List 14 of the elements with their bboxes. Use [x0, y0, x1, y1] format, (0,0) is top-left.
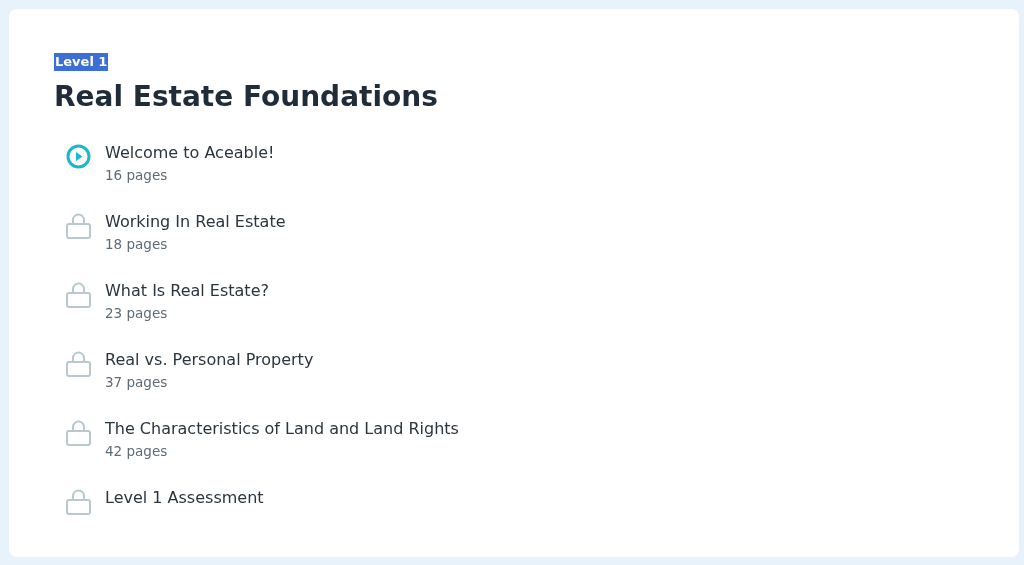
page-count: 37 pages: [105, 373, 169, 392]
level-label: Level 1: [54, 53, 109, 71]
course-title: Real Estate Foundations: [54, 79, 439, 115]
page-count: 16 pages: [105, 166, 169, 185]
lesson-title[interactable]: Working In Real Estate: [105, 211, 286, 233]
page-count: 42 pages: [105, 442, 169, 461]
page-count: 23 pages: [105, 304, 169, 323]
lesson-title[interactable]: Welcome to Aceable!: [105, 142, 275, 164]
lesson-title[interactable]: The Characteristics of Land and Land Rights: [105, 418, 459, 440]
page-count: 18 pages: [105, 235, 169, 254]
play-icon[interactable]: [66, 144, 91, 169]
lesson-title[interactable]: Real vs. Personal Property: [105, 349, 314, 371]
lesson-title[interactable]: Level 1 Assessment: [105, 487, 264, 509]
lesson-title[interactable]: What Is Real Estate?: [105, 280, 269, 302]
